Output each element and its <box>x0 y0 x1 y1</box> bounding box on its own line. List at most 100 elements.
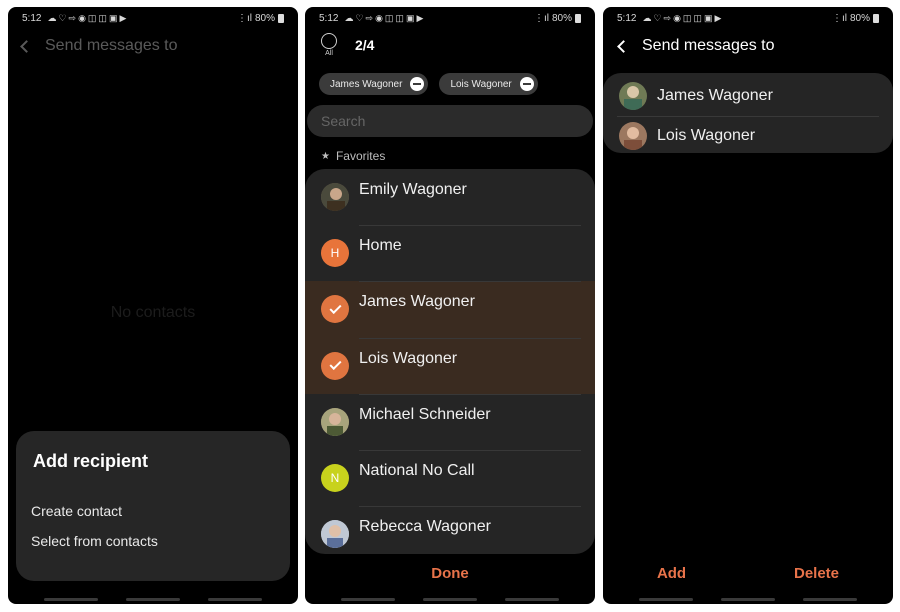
bottom-actions: Add Delete <box>603 565 893 582</box>
remove-icon[interactable] <box>519 77 534 91</box>
page-title: Send messages to <box>642 37 775 54</box>
status-bar: 5:12 ☁♡⇨◉◫◫▣▶ ⋮ıl 80% <box>8 7 298 29</box>
status-right: ⋮ıl 80% <box>534 13 581 24</box>
avatar <box>321 183 349 212</box>
nav-handle <box>126 598 180 601</box>
contact-name: Michael Schneider <box>359 405 491 423</box>
contact-name: Home <box>359 237 402 255</box>
battery-level: 80% <box>551 12 572 24</box>
screen-add-recipient: 5:12 ☁♡⇨◉◫◫▣▶ ⋮ıl 80% Send messages to N… <box>8 7 298 604</box>
battery-level: 80% <box>849 12 870 24</box>
recipient-chip[interactable]: Lois Wagoner <box>439 73 538 95</box>
photo-avatar-icon <box>619 122 647 150</box>
recipient-name: Lois Wagoner <box>657 127 756 144</box>
battery-icon <box>278 13 284 23</box>
select-from-contacts-option[interactable]: Select from contacts <box>31 526 273 556</box>
avatar <box>619 122 647 150</box>
recipient-row[interactable]: James Wagoner <box>603 76 893 116</box>
divider <box>359 225 581 227</box>
add-recipient-sheet: Add recipient Create contact Select from… <box>16 431 290 581</box>
contact-row[interactable]: H Home <box>305 225 595 281</box>
recipient-name: James Wagoner <box>657 87 773 104</box>
remove-icon[interactable] <box>410 77 425 91</box>
page-title: Send messages to <box>45 37 178 54</box>
header: Send messages to <box>20 37 178 55</box>
nav-handle <box>721 598 775 601</box>
avatar-initial: H <box>330 246 340 261</box>
divider <box>359 393 581 395</box>
selected-count: 2/4 <box>355 37 375 53</box>
photo-avatar-icon <box>619 82 647 110</box>
battery-icon <box>873 13 879 23</box>
battery-level: 80% <box>254 12 275 24</box>
status-bar: 5:12 ☁♡⇨◉◫◫▣▶ ⋮ıl 80% <box>603 7 893 29</box>
recipient-row[interactable]: Lois Wagoner <box>603 116 893 156</box>
photo-avatar-icon <box>321 407 349 436</box>
favorites-label: Favorites <box>335 149 386 163</box>
notification-icons: ☁♡⇨◉◫◫▣▶ <box>642 12 724 23</box>
contact-row[interactable]: Emily Wagoner <box>305 169 595 225</box>
sheet-title: Add recipient <box>33 451 149 471</box>
select-all-checkbox[interactable]: All <box>319 33 339 57</box>
avatar <box>619 82 647 110</box>
chip-label: Lois Wagoner <box>450 78 512 90</box>
avatar: N <box>321 464 349 493</box>
chip-label: James Wagoner <box>330 78 403 90</box>
screen-select-contacts: 5:12 ☁♡⇨◉◫◫▣▶ ⋮ıl 80% All 2/4 James Wago… <box>305 7 595 604</box>
contact-name: Lois Wagoner <box>359 349 458 367</box>
avatar-initial: N <box>330 471 340 486</box>
avatar <box>321 295 349 324</box>
create-contact-option[interactable]: Create contact <box>31 496 273 526</box>
status-time: 5:12 <box>617 12 637 24</box>
avatar <box>321 407 349 436</box>
notification-icons: ☁♡⇨◉◫◫▣▶ <box>47 12 129 23</box>
header: Send messages to <box>617 37 775 55</box>
screen-send-messages-to: 5:12 ☁♡⇨◉◫◫▣▶ ⋮ıl 80% Send messages to J… <box>603 7 893 604</box>
contact-name: Emily Wagoner <box>359 181 467 199</box>
status-time: 5:12 <box>22 12 42 24</box>
recipient-chip[interactable]: James Wagoner <box>319 73 429 95</box>
done-button[interactable]: Done <box>305 565 595 582</box>
add-button[interactable]: Add <box>657 565 686 582</box>
divider <box>359 506 581 508</box>
favorites-header: ★ Favorites <box>321 149 385 163</box>
photo-avatar-icon <box>321 520 349 549</box>
avatar <box>321 520 349 549</box>
check-icon <box>328 301 342 314</box>
selection-bar: All 2/4 <box>319 33 374 57</box>
nav-handle <box>44 598 98 601</box>
nav-handle <box>208 598 262 601</box>
check-icon <box>328 358 342 371</box>
checkbox-circle-icon <box>321 33 337 49</box>
contact-name: Rebecca Wagoner <box>359 518 491 536</box>
nav-handle <box>803 598 857 601</box>
divider <box>359 449 581 451</box>
back-icon[interactable] <box>617 39 630 53</box>
avatar: H <box>321 239 349 268</box>
recipient-list: James Wagoner Lois Wagoner <box>603 73 893 153</box>
search-input[interactable]: Search <box>307 105 593 137</box>
divider <box>359 337 581 339</box>
contact-row[interactable]: Lois Wagoner <box>305 337 595 394</box>
contact-list: Emily Wagoner H Home James Wagoner Lois … <box>305 169 595 554</box>
avatar <box>321 351 349 380</box>
nav-handle <box>505 598 559 601</box>
status-bar: 5:12 ☁♡⇨◉◫◫▣▶ ⋮ıl 80% <box>305 7 595 29</box>
battery-icon <box>575 13 581 23</box>
contact-row[interactable]: N National No Call <box>305 449 595 506</box>
back-icon[interactable] <box>20 39 33 53</box>
select-all-label: All <box>325 50 333 57</box>
nav-handle <box>639 598 693 601</box>
contact-name: James Wagoner <box>359 293 475 311</box>
contact-row[interactable]: James Wagoner <box>305 281 595 338</box>
selected-chips: James Wagoner Lois Wagoner <box>319 73 538 95</box>
notification-icons: ☁♡⇨◉◫◫▣▶ <box>344 12 426 23</box>
status-right: ⋮ıl 80% <box>832 13 879 24</box>
divider <box>359 281 581 283</box>
contact-row[interactable]: Michael Schneider <box>305 393 595 450</box>
photo-avatar-icon <box>321 183 349 212</box>
contact-row[interactable]: Rebecca Wagoner <box>305 506 595 554</box>
delete-button[interactable]: Delete <box>794 565 839 582</box>
empty-state-text: No contacts <box>110 304 196 321</box>
signal-icon: ⋮ıl <box>831 12 847 24</box>
